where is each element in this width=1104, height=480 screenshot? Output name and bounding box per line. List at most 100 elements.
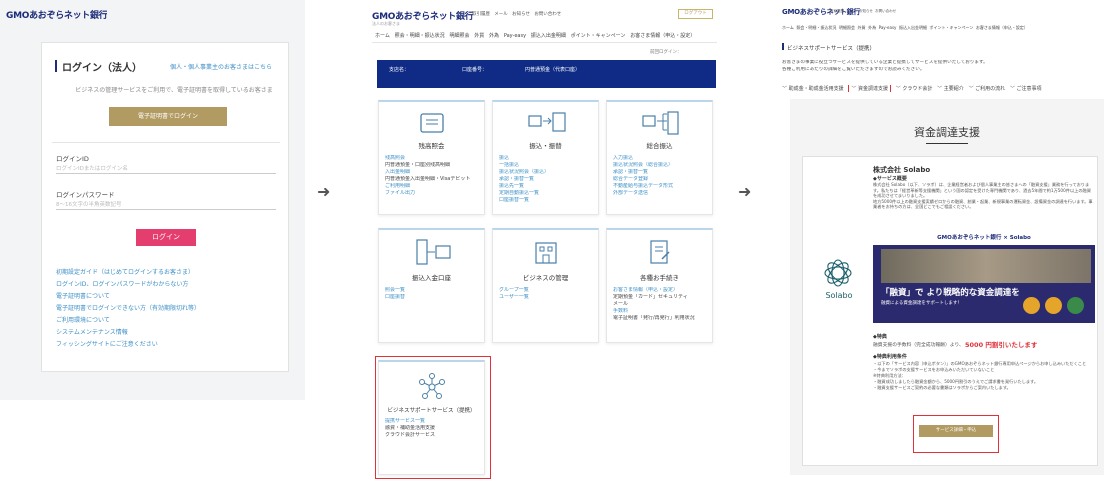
login-id-input[interactable]: ログインIDまたはログイン名 (56, 162, 276, 174)
transfer-icon (528, 112, 566, 132)
tile-link[interactable]: お客さま情報（申込・設定） (613, 287, 709, 294)
nav-item[interactable]: ポイント・キャンペーン (930, 25, 974, 30)
tile-link[interactable]: 口座振替一覧 (499, 197, 595, 204)
mail-link[interactable]: メール (494, 12, 508, 17)
tile-title: 総合振込 (646, 142, 673, 150)
tile-balance[interactable]: 残高照会 残高照会 円普通預金・口座別残高明細 入出金明細 円普通預金入出金明細… (378, 100, 485, 215)
conditions-list: ・以下の「サービス内容（申込ボタン）」のGMOあおぞらネット銀行専用申込ページか… (873, 361, 1095, 391)
tile-link[interactable]: 振込状況照会（総合振込） (613, 162, 709, 169)
tile-procedures[interactable]: 各種お手続き お客さま情報（申込・設定） 定期預金「カード」セキュリティ メール… (606, 228, 713, 343)
password-input[interactable]: 8〜16文字の半角英数記号 (56, 198, 276, 210)
condition-item: ・融資支援サービスご契約の必要な書類はソラボからご案内いたします。 (873, 385, 1011, 390)
banner-headline: 「融資」で より戦略的な資金調達を (881, 288, 1020, 298)
header-links: 取引履歴 メール お知らせ お問い合わせ (830, 9, 980, 14)
tile-link[interactable]: 振込先一覧 (499, 183, 595, 190)
tile-incoming-account[interactable]: 振込入金口座 照会一覧 口座振替 (378, 228, 485, 343)
contact-link[interactable]: お問い合わせ (534, 12, 561, 17)
nav-item[interactable]: 外為 (868, 25, 876, 30)
tile-link[interactable]: 承認・振替一覧 (499, 176, 595, 183)
nav-item[interactable]: 外貨 (474, 33, 484, 39)
tile-transfer[interactable]: 振込・振替 振込 一括振込 振込状況照会（振込） 承認・振替一覧 振込先一覧 定… (492, 100, 599, 215)
history-link[interactable]: 取引履歴 (830, 9, 844, 13)
banner-photo (881, 249, 1091, 283)
tile-link[interactable]: ご利用明細 (385, 183, 481, 190)
tile-link[interactable]: 振込状況照会（振込） (499, 169, 595, 176)
logout-button[interactable]: ログアウト (678, 9, 713, 19)
tile-link[interactable]: 残高照会 (385, 155, 481, 162)
nav-item[interactable]: ポイント・キャンペーン (571, 33, 626, 39)
tile-link[interactable]: ファイル出力 (385, 190, 481, 197)
nav-item[interactable]: Pay-easy (879, 25, 897, 30)
tile-link[interactable]: 定期自動振込一覧 (499, 190, 595, 197)
help-link[interactable]: 初期設定ガイド（はじめてログインするお客さま） (56, 267, 276, 279)
help-link[interactable]: ご利用環境について (56, 315, 276, 327)
banner-brand: GMOあおぞらネット銀行 × Solabo (937, 235, 1031, 241)
history-link[interactable]: 取引履歴 (472, 12, 490, 17)
login-button[interactable]: ログイン (136, 229, 196, 246)
tab-flow[interactable]: ﹀ ご利用の流れ (969, 86, 1006, 92)
tile-business-management[interactable]: ビジネスの管理 グループ一覧 ユーザー一覧 (492, 228, 599, 343)
help-link[interactable]: 電子証明書でログインできない方（有効期限切れ等） (56, 303, 276, 315)
brand-logo: GMOあおぞらネット銀行 (6, 11, 108, 21)
contact-link[interactable]: お問い合わせ (875, 9, 896, 13)
nav-item[interactable]: ホーム (375, 33, 390, 39)
nav-item[interactable]: 照会・明細・振込状況 (395, 33, 445, 39)
help-link[interactable]: システムメンテナンス情報 (56, 327, 276, 339)
tab-subsidy[interactable]: ﹀ 助成金・助成金活用支援 (782, 86, 844, 92)
help-link[interactable]: 電子証明書について (56, 291, 276, 303)
tile-link[interactable]: 照会一覧 (385, 287, 481, 294)
tile-title: 振込入金口座 (412, 274, 451, 282)
tile-link[interactable]: 外部データ送信 (613, 190, 709, 197)
tile-link[interactable]: 振込 (499, 155, 595, 162)
tile-link[interactable]: 入力振込 (613, 155, 709, 162)
nav-item[interactable]: ホーム (782, 25, 794, 30)
certificate-login-button[interactable]: 電子証明書でログイン (109, 107, 227, 126)
badge-icon (1067, 297, 1084, 314)
individual-login-link[interactable]: 個人・個人事業主のお客さまはこちら (170, 62, 280, 71)
tile-link[interactable]: 総合データ登録 (613, 176, 709, 183)
nav-item[interactable]: 振込入出金明細 (899, 25, 927, 30)
arrow-right-icon: ➜ (317, 182, 331, 201)
tab-cloud-accounting[interactable]: ﹀ クラウド会計 (896, 86, 933, 92)
tile-title: 各種お手続き (640, 274, 679, 282)
nav-item[interactable]: お客さま情報（申込・設定） (976, 25, 1028, 30)
tile-text: 電子証明書「発行/再発行」利用状況 (613, 315, 695, 321)
service-paragraph: 株式会社 Solabo（以下、ソラボ）は、企業経営者および個人事業主の皆さまへの… (873, 182, 1091, 198)
support-panel: GMOあおぞらネット銀行 取引履歴 メール お知らせ お問い合わせ ホーム 照会… (778, 0, 1104, 480)
notice-link[interactable]: お知らせ (512, 12, 530, 17)
service-paragraph: 地方5000件以上の融資支援実績ゼロからの融資、創業・起業、新規事業の運転資金、… (873, 198, 1093, 210)
tile-link[interactable]: グループ一覧 (499, 287, 595, 294)
nav-item[interactable]: 照会・明細・振込状況 (796, 25, 836, 30)
tile-title: 残高照会 (418, 142, 445, 150)
heading-bar-icon (782, 43, 784, 50)
tile-link[interactable]: ユーザー一覧 (499, 294, 595, 301)
tile-link[interactable]: 承認・振替一覧 (613, 169, 709, 176)
account-type-label: 円普通預金（代表口座） (525, 67, 581, 73)
nav-item[interactable]: Pay-easy (504, 33, 526, 39)
tile-link[interactable]: 一括振込 (499, 162, 595, 169)
tab-financing[interactable]: ﹀ 資金調達支援 (848, 85, 891, 92)
help-link[interactable]: ログインID、ログインパスワードがわからない方 (56, 279, 276, 291)
apply-button[interactable]: サービス詳細・申込 (919, 425, 993, 437)
notice-link[interactable]: お知らせ (859, 9, 873, 13)
nav-item[interactable]: お客さま情報（申込・設定） (630, 33, 695, 39)
tile-link[interactable]: 手数料 (613, 308, 709, 315)
help-link[interactable]: フィッシングサイトにご注意ください (56, 339, 276, 351)
special-text: 融資支援の手数料（完全成功報酬）より、 (873, 343, 964, 348)
tile-link[interactable]: 入出金明細 (385, 169, 481, 176)
page-title: ログイン（法人） (62, 63, 142, 74)
login-card: ログイン（法人） 個人・個人事業主のお客さまはこちら ビジネスの管理サービスをご… (41, 42, 289, 372)
tab-introduction[interactable]: ﹀ 主要紹介 (937, 86, 964, 92)
login-description: ビジネスの管理サービスをご利用で、電子証明書を取得しているお客さま (75, 87, 273, 94)
page-heading: ビジネスサポートサービス（提携） (787, 46, 876, 52)
nav-item[interactable]: 振込入出金明細 (531, 33, 566, 39)
mail-link[interactable]: メール (846, 9, 857, 13)
tile-bulk-transfer[interactable]: 総合振込 入力振込 振込状況照会（総合振込） 承認・振替一覧 総合データ登録 不… (606, 100, 713, 215)
nav-item[interactable]: 明細照会 (839, 25, 855, 30)
tile-link[interactable]: 不動産給与振込データ形式 (613, 183, 709, 190)
nav-item[interactable]: 外貨 (858, 25, 866, 30)
tab-notes[interactable]: ﹀ ご注意事項 (1010, 86, 1042, 92)
nav-item[interactable]: 明細照会 (449, 33, 469, 39)
tile-link[interactable]: 口座振替 (385, 294, 481, 301)
nav-item[interactable]: 外為 (489, 33, 499, 39)
